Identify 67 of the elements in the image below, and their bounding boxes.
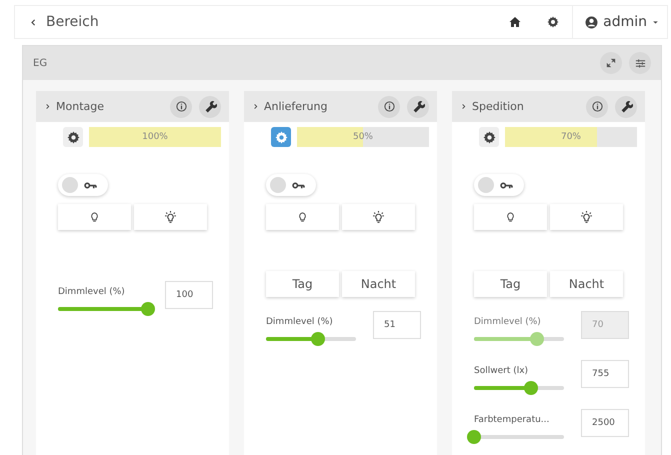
gear-icon bbox=[274, 130, 288, 144]
slider-label: Dimmlevel (%) bbox=[266, 317, 334, 327]
mode-button[interactable]: Nacht bbox=[550, 271, 623, 297]
wrench-icon bbox=[412, 100, 424, 113]
light-on-button[interactable] bbox=[134, 204, 207, 230]
info-button[interactable] bbox=[586, 96, 608, 118]
wrench-button[interactable] bbox=[407, 96, 429, 118]
chevron-right-icon bbox=[44, 103, 51, 110]
slider-label: Farbtemperatu... bbox=[474, 415, 550, 425]
value-field[interactable]: 100 bbox=[165, 281, 213, 309]
back-link[interactable]: Bereich bbox=[29, 14, 99, 30]
slider-thumb[interactable] bbox=[311, 332, 326, 346]
info-icon bbox=[592, 101, 602, 112]
bulb-rays-icon bbox=[164, 210, 177, 224]
gear-icon bbox=[482, 130, 496, 144]
home-icon[interactable] bbox=[509, 16, 522, 28]
slider-label: Sollwert (lx) bbox=[474, 366, 530, 376]
level-text: 70% bbox=[560, 132, 581, 142]
mode-button[interactable]: Nacht bbox=[342, 271, 415, 297]
key-toggle[interactable] bbox=[474, 174, 524, 196]
bulb-icon bbox=[297, 212, 308, 222]
auto-button[interactable] bbox=[479, 127, 499, 147]
wrench-icon bbox=[204, 100, 216, 113]
value-field[interactable]: 2500 bbox=[581, 409, 629, 437]
auto-button[interactable] bbox=[63, 127, 83, 147]
mode-button[interactable]: Tag bbox=[474, 271, 547, 297]
light-on-button[interactable] bbox=[342, 204, 415, 230]
bulb-rays-icon bbox=[372, 210, 385, 224]
gear-icon bbox=[66, 130, 80, 144]
value-field[interactable]: 755 bbox=[581, 360, 629, 388]
slider-thumb[interactable] bbox=[524, 381, 538, 395]
info-icon bbox=[384, 101, 394, 112]
wrench-button[interactable] bbox=[615, 96, 637, 118]
settings-button[interactable] bbox=[629, 52, 651, 74]
settings-icon[interactable] bbox=[547, 16, 560, 28]
info-icon bbox=[176, 101, 186, 112]
expand-button[interactable] bbox=[600, 52, 622, 74]
bulb-icon bbox=[89, 212, 100, 222]
slider-thumb[interactable] bbox=[141, 302, 155, 316]
panel-title: EG bbox=[33, 58, 48, 68]
sliders-icon bbox=[634, 58, 646, 68]
expand-icon bbox=[606, 58, 616, 68]
light-on-button[interactable] bbox=[550, 204, 623, 230]
card-title[interactable]: Anlieferung bbox=[252, 100, 371, 113]
card-title[interactable]: Spedition bbox=[460, 100, 579, 113]
caret-icon bbox=[652, 18, 659, 26]
value-field[interactable]: 51 bbox=[373, 311, 421, 339]
slider-thumb[interactable] bbox=[467, 430, 481, 444]
bulb-rays-icon bbox=[580, 210, 593, 224]
chevron-left-icon bbox=[29, 18, 38, 26]
info-button[interactable] bbox=[378, 96, 400, 118]
wrench-icon bbox=[620, 100, 632, 113]
slider-label: Dimmlevel (%) bbox=[58, 287, 126, 297]
wrench-button[interactable] bbox=[199, 96, 221, 118]
info-button[interactable] bbox=[170, 96, 192, 118]
key-toggle[interactable] bbox=[266, 174, 316, 196]
chevron-right-icon bbox=[252, 103, 259, 110]
slider-label: Dimmlevel (%) bbox=[474, 317, 542, 327]
level-text: 100% bbox=[142, 132, 168, 142]
mode-button[interactable]: Tag bbox=[266, 271, 339, 297]
user-menu[interactable]: admin bbox=[572, 6, 667, 38]
level-text: 50% bbox=[352, 132, 373, 142]
chevron-right-icon bbox=[460, 103, 467, 110]
card-title[interactable]: Montage bbox=[44, 100, 163, 113]
user-icon bbox=[585, 16, 598, 28]
key-toggle[interactable] bbox=[58, 174, 108, 196]
bulb-icon bbox=[505, 212, 516, 222]
